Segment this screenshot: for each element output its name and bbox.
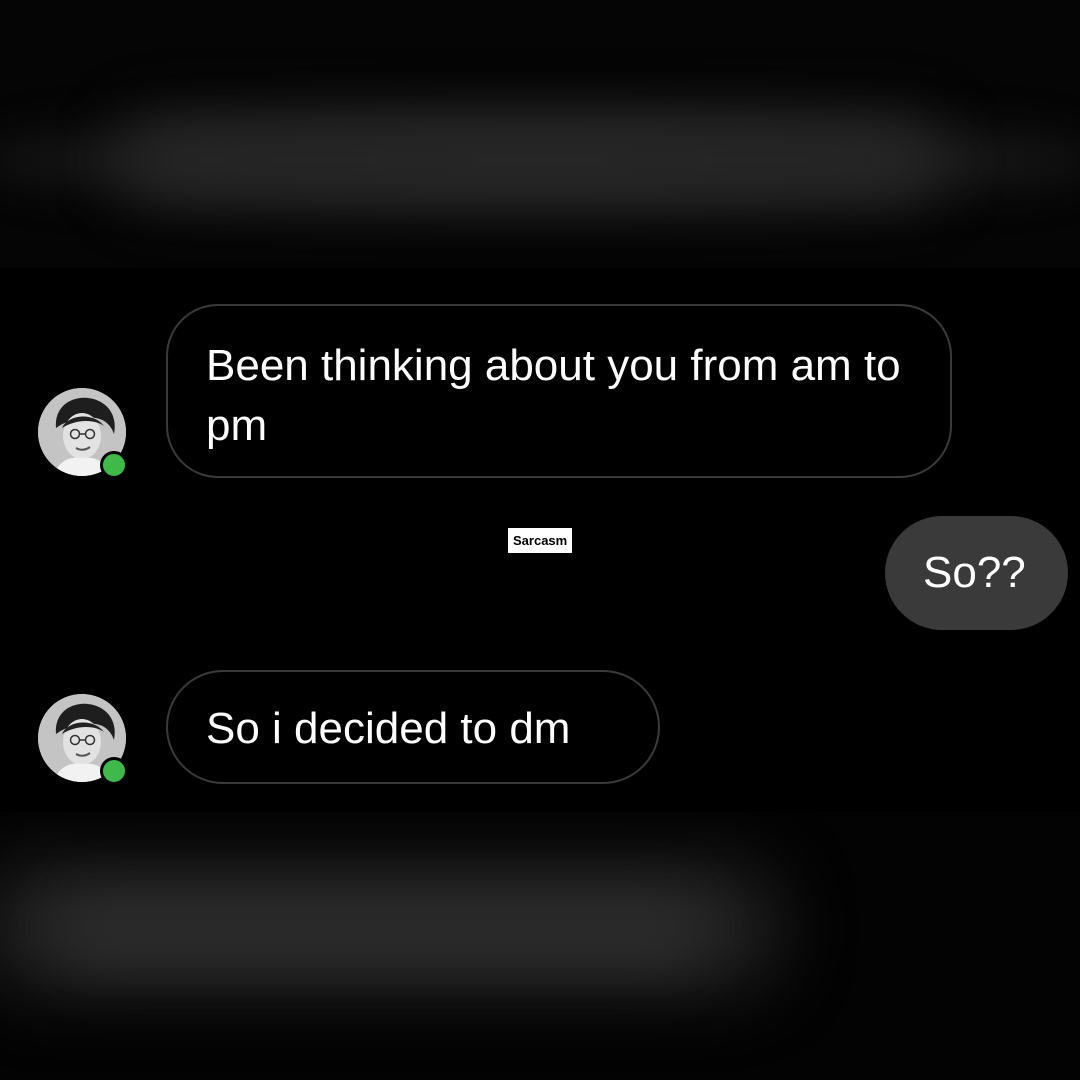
blurred-next-messages — [0, 812, 1080, 1080]
incoming-message-bubble[interactable]: Been thinking about you from am to pm — [166, 304, 952, 478]
online-status-dot — [100, 757, 128, 785]
chat-screenshot: Been thinking about you from am to pm Sa… — [0, 0, 1080, 1080]
online-status-dot — [100, 451, 128, 479]
blurred-previous-messages — [0, 0, 1080, 268]
message-text: So i decided to dm — [206, 704, 571, 753]
incoming-message-bubble[interactable]: So i decided to dm — [166, 670, 660, 784]
watermark-label: Sarcasm — [508, 528, 573, 553]
message-thread[interactable]: Been thinking about you from am to pm Sa… — [0, 268, 1080, 812]
message-text: Been thinking about you from am to pm — [206, 341, 901, 450]
outgoing-message-bubble[interactable]: So?? — [885, 516, 1068, 630]
message-text: So?? — [923, 548, 1026, 597]
